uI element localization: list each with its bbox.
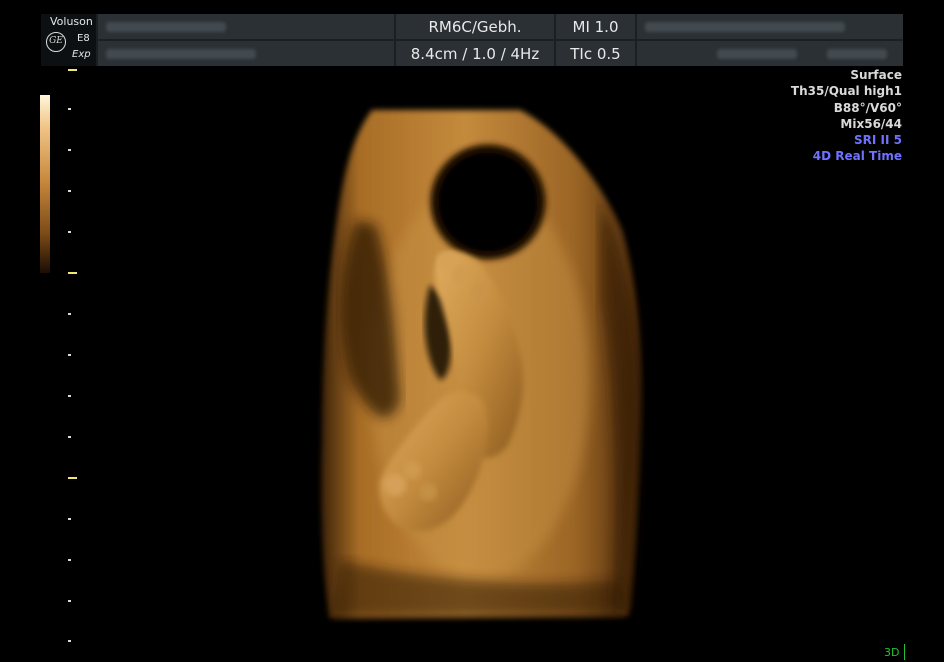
dimension-badge[interactable]: 3D (884, 644, 905, 660)
depth-tick (68, 354, 71, 356)
render-mode: Surface (850, 68, 902, 82)
volume-angles: B88°/V60° (833, 100, 902, 115)
depth-tick (68, 477, 77, 479)
depth-tick (68, 272, 77, 274)
sri-setting: SRI II 5 (854, 133, 902, 148)
depth-tick (68, 149, 71, 151)
depth-tick (68, 395, 71, 397)
threshold-quality: Th35/Qual high1 (790, 84, 902, 99)
depth-tick (68, 69, 77, 71)
ultrasound-screen: Voluson GE E8 Exp RM6C/Gebh. MI 1.0 8.4c… (0, 0, 944, 662)
depth-tick (68, 231, 71, 233)
depth-tick (68, 559, 71, 561)
depth-tick (68, 313, 71, 315)
depth-tick (68, 190, 71, 192)
depth-tick (68, 108, 71, 110)
cavity (430, 144, 546, 260)
render-settings-panel: Surface Th35/Qual high1 B88°/V60° Mix56/… (791, 67, 902, 165)
acquisition-mode: 4D Real Time (812, 149, 902, 164)
depth-tick (68, 518, 71, 520)
depth-tick (68, 640, 71, 642)
mix-setting: Mix56/44 (840, 116, 902, 131)
color-scale-bar (40, 95, 50, 273)
depth-tick (68, 436, 71, 438)
depth-tick (68, 600, 71, 602)
